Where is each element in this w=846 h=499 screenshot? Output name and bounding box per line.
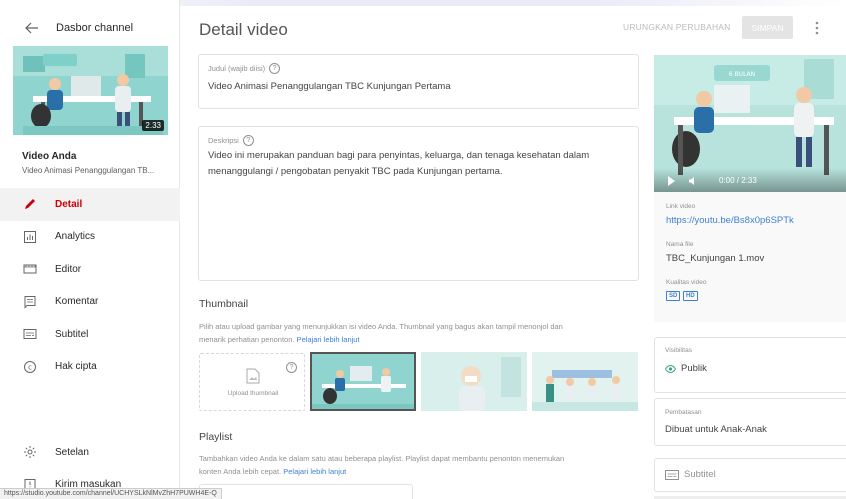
help-icon[interactable]: ? [286, 362, 297, 373]
play-icon[interactable] [668, 176, 675, 186]
subtitles-button[interactable]: Subtitel [654, 458, 846, 492]
sidebar-header: Dasbor channel [0, 18, 180, 40]
back-arrow-icon[interactable] [24, 20, 40, 36]
playlist-dropdown[interactable] [199, 484, 413, 499]
channel-dashboard-link[interactable]: Dasbor channel [56, 22, 133, 34]
sidebar-item-editor[interactable]: Editor [0, 253, 180, 286]
subtitles-box-content: Subtitel [665, 469, 716, 480]
editor-icon [23, 262, 37, 276]
sidebar-item-label: Detail [55, 198, 83, 210]
sidebar-item-subtitel[interactable]: Subtitel [0, 318, 180, 351]
sidebar-item-setelan[interactable]: Setelan [0, 436, 180, 469]
title-field-label: Judul (wajib diisi) ? [208, 63, 281, 74]
svg-text:c: c [28, 363, 32, 371]
image-upload-icon [246, 368, 260, 384]
thumbnail-option-2[interactable] [421, 352, 527, 411]
video-link-label: Link video [666, 203, 696, 210]
player-controls: 0:00 / 2:33 [654, 168, 846, 192]
thumbnail-desc-line: Pilih atau upload gambar yang menunjukka… [199, 322, 563, 331]
playlist-description: Tambahkan video Anda ke dalam satu atau … [199, 452, 659, 478]
help-icon[interactable]: ? [242, 135, 254, 146]
subtitles-box-label: Subtitel [684, 469, 716, 480]
description-value[interactable]: Video ini merupakan panduan bagi para pe… [208, 148, 589, 180]
description-field[interactable]: Deskripsi ? Video ini merupakan panduan … [198, 126, 639, 281]
video-duration-badge: 2.33 [142, 120, 164, 131]
volume-icon[interactable] [688, 176, 698, 186]
description-line: menanggulangi / pengobatan penyakit TBC … [208, 166, 503, 177]
quality-badge-sd: SD [666, 291, 681, 301]
sidebar-item-label: Hak cipta [55, 361, 97, 373]
video-preview-player[interactable]: 6 BULAN 0:00 / 2:33 [654, 55, 846, 192]
sidebar-item-label: Setelan [55, 446, 89, 458]
sidebar-nav: Detail Analytics Editor Komentar Subtite… [0, 188, 180, 383]
description-label-text: Deskripsi [208, 136, 239, 145]
sidebar-item-komentar[interactable]: Komentar [0, 286, 180, 319]
help-icon[interactable]: ? [269, 63, 281, 74]
sidebar: Dasbor channel 2.33 Video Anda Video Ani… [0, 0, 180, 499]
thumbnail-option-1[interactable] [310, 352, 416, 411]
upload-thumbnail-label: Upload thumbnail [227, 390, 279, 397]
undo-changes-button[interactable]: URUNGKAN PERUBAHAN [623, 22, 731, 32]
quality-badge-hd: HD [683, 291, 698, 301]
video-thumbnail[interactable]: 2.33 [13, 46, 168, 135]
thumbnail-option-image [421, 352, 527, 411]
restrictions-label: Pembatasan [665, 409, 702, 416]
eye-icon [665, 364, 676, 373]
playback-time: 0:00 / 2:33 [719, 176, 757, 185]
thumbnail-option-image [310, 352, 416, 411]
title-field[interactable]: Judul (wajib diisi) ? Video Animasi Pena… [198, 54, 639, 109]
playlist-desc-line: Tambahkan video Anda ke dalam satu atau … [199, 454, 565, 463]
sidebar-video-title: Video Animasi Penanggulangan TB... [22, 166, 155, 175]
thumbnail-desc-line: menarik perhatian penonton. [199, 335, 295, 344]
filename-label: Nama file [666, 241, 694, 248]
thumbnail-description: Pilih atau upload gambar yang menunjukka… [199, 320, 659, 346]
settings-icon [23, 445, 37, 459]
description-line: Video ini merupakan panduan bagi para pe… [208, 150, 590, 161]
subtitles-icon [23, 327, 37, 341]
sidebar-item-hak-cipta[interactable]: c Hak cipta [0, 351, 180, 384]
sidebar-item-label: Editor [55, 263, 82, 275]
title-label-text: Judul (wajib diisi) [208, 64, 266, 73]
save-button[interactable]: SIMPAN [742, 16, 793, 39]
learn-more-link[interactable]: Pelajari lebih lanjut [297, 335, 360, 344]
playlist-section-title: Playlist [199, 431, 233, 443]
copyright-icon: c [23, 360, 37, 374]
video-info-panel: Link video https://youtu.be/Bs8x0p6SPTk … [654, 192, 846, 322]
filename-value: TBC_Kunjungan 1.mov [666, 253, 765, 264]
learn-more-link[interactable]: Pelajari lebih lanjut [283, 467, 346, 476]
video-quality-label: Kualitas video [666, 279, 707, 286]
your-video-label: Video Anda [22, 151, 77, 162]
visibility-text: Publik [681, 363, 707, 374]
sidebar-item-detail[interactable]: Detail [0, 188, 180, 221]
restrictions-selector[interactable]: Pembatasan Dibuat untuk Anak-Anak [654, 398, 846, 446]
upload-thumbnail-button[interactable]: ? Upload thumbnail [199, 353, 305, 411]
sidebar-item-label: Analytics [55, 231, 96, 243]
page-title: Detail video [199, 20, 288, 39]
subtitles-icon [665, 469, 679, 480]
preview-badge-text: 6 BULAN [729, 71, 755, 78]
restrictions-value: Dibuat untuk Anak-Anak [665, 424, 767, 435]
sidebar-item-label: Subtitel [55, 328, 89, 340]
video-link[interactable]: https://youtu.be/Bs8x0p6SPTk [666, 215, 794, 226]
visibility-label: Visibilitas [665, 347, 692, 354]
sidebar-item-analytics[interactable]: Analytics [0, 221, 180, 254]
visibility-value: Publik [665, 363, 707, 374]
sidebar-item-label: Komentar [55, 296, 99, 308]
more-options-icon[interactable] [812, 20, 822, 36]
thumbnail-section-title: Thumbnail [199, 298, 249, 310]
visibility-selector[interactable]: Visibilitas Publik [654, 337, 846, 393]
playlist-desc-line: konten Anda lebih cepat. [199, 467, 282, 476]
thumbnail-option-image [532, 352, 638, 411]
browser-status-url: https://studio.youtube.com/channel/UCHYS… [0, 488, 222, 499]
description-field-label: Deskripsi ? [208, 135, 254, 146]
title-value[interactable]: Video Animasi Penanggulangan TBC Kunjung… [208, 79, 451, 95]
pencil-icon [23, 197, 37, 211]
comment-icon [23, 295, 37, 309]
thumbnail-option-3[interactable] [532, 352, 638, 411]
analytics-icon [23, 230, 37, 244]
